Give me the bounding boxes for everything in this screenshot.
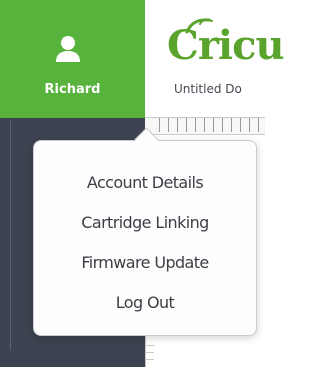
ruler-tick [186, 118, 187, 132]
ruler-tick [177, 118, 178, 132]
ruler-tick [195, 118, 196, 132]
document-title[interactable]: Untitled Do [174, 82, 242, 96]
guide-tick [146, 345, 154, 346]
ruler-tick [249, 118, 250, 132]
account-dropdown-menu: Account Details Cartridge Linking Firmwa… [33, 140, 257, 336]
guide-tick [146, 352, 154, 353]
menu-item-cartridge-linking[interactable]: Cartridge Linking [34, 203, 256, 243]
menu-item-account-details[interactable]: Account Details [34, 163, 256, 203]
ruler-tick [240, 118, 241, 132]
cricut-logo: Cricu [167, 22, 285, 69]
user-icon [56, 36, 80, 62]
user-name: Richard [44, 82, 101, 97]
user-account-button[interactable]: Richard [0, 0, 146, 118]
menu-item-firmware-update[interactable]: Firmware Update [34, 243, 256, 283]
ruler-tick [231, 118, 232, 132]
menu-item-list: Account Details Cartridge Linking Firmwa… [34, 163, 256, 323]
ruler [145, 118, 265, 135]
guide-tick [146, 359, 154, 360]
ruler-tick [168, 118, 169, 132]
ruler-tick [204, 118, 205, 132]
ruler-tick [222, 118, 223, 132]
ruler-tick [258, 118, 259, 132]
ruler-tick [213, 118, 214, 132]
menu-item-log-out[interactable]: Log Out [34, 283, 256, 323]
ruler-tick [159, 118, 160, 132]
